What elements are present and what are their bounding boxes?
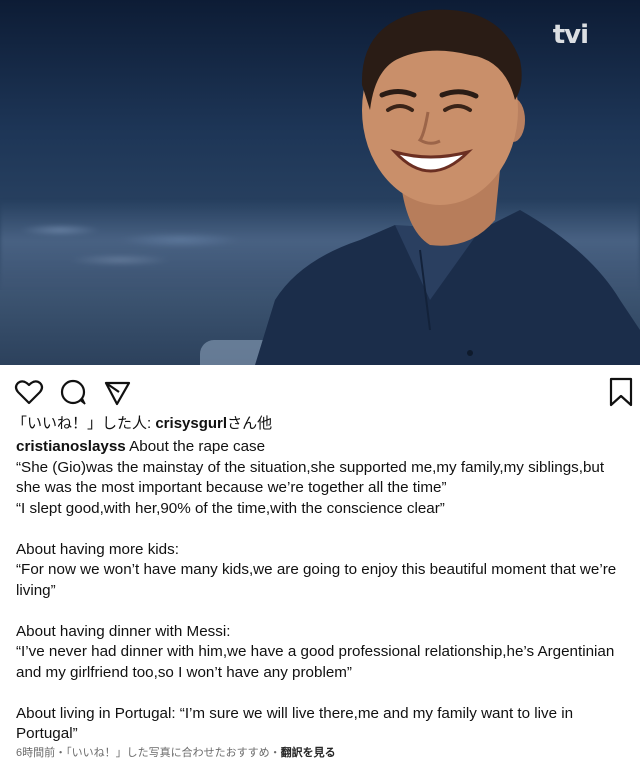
likes-suffix: さん他	[227, 415, 273, 432]
likes-prefix: 「いいね！」した人:	[12, 415, 156, 432]
caption-line: “I slept good,with her,90% of the time,w…	[16, 499, 445, 517]
tvi-watermark: tvi	[552, 20, 589, 50]
post-footer: 6時間前・「いいね！」した写真に合わせたおすすめ・翻訳を見る	[16, 744, 336, 760]
likes-line: 「いいね！」した人: crisysgurlさん他	[12, 412, 272, 433]
liker-username[interactable]: crisysgurl	[155, 415, 227, 432]
caption-line: About having more kids:	[16, 540, 179, 558]
caption-line: “I’ve never had dinner with him,we have …	[16, 643, 615, 681]
post-photo[interactable]: tvi	[0, 0, 640, 365]
caption-line: About having dinner with Messi:	[16, 622, 231, 640]
heart-icon[interactable]	[14, 377, 44, 407]
comment-icon[interactable]	[58, 377, 88, 407]
caption-username[interactable]: cristianoslayss	[16, 438, 126, 455]
translate-link[interactable]: 翻訳を見る	[281, 747, 336, 759]
caption-line: About the rape case	[125, 438, 266, 455]
caption-line: “For now we won’t have many kids,we are …	[16, 561, 617, 599]
post-caption: cristianoslayss About the rape case “She…	[16, 437, 628, 745]
bookmark-icon[interactable]	[608, 377, 634, 407]
post-meta: 6時間前・「いいね！」した写真に合わせたおすすめ・	[16, 747, 281, 759]
post-actions-bar	[0, 365, 640, 413]
send-icon[interactable]	[102, 377, 132, 407]
caption-line: “She (Gio)was the mainstay of the situat…	[16, 458, 605, 497]
caption-line: About living in Portugal: “I’m sure we w…	[16, 704, 574, 743]
smiling-man-figure	[255, 9, 640, 365]
